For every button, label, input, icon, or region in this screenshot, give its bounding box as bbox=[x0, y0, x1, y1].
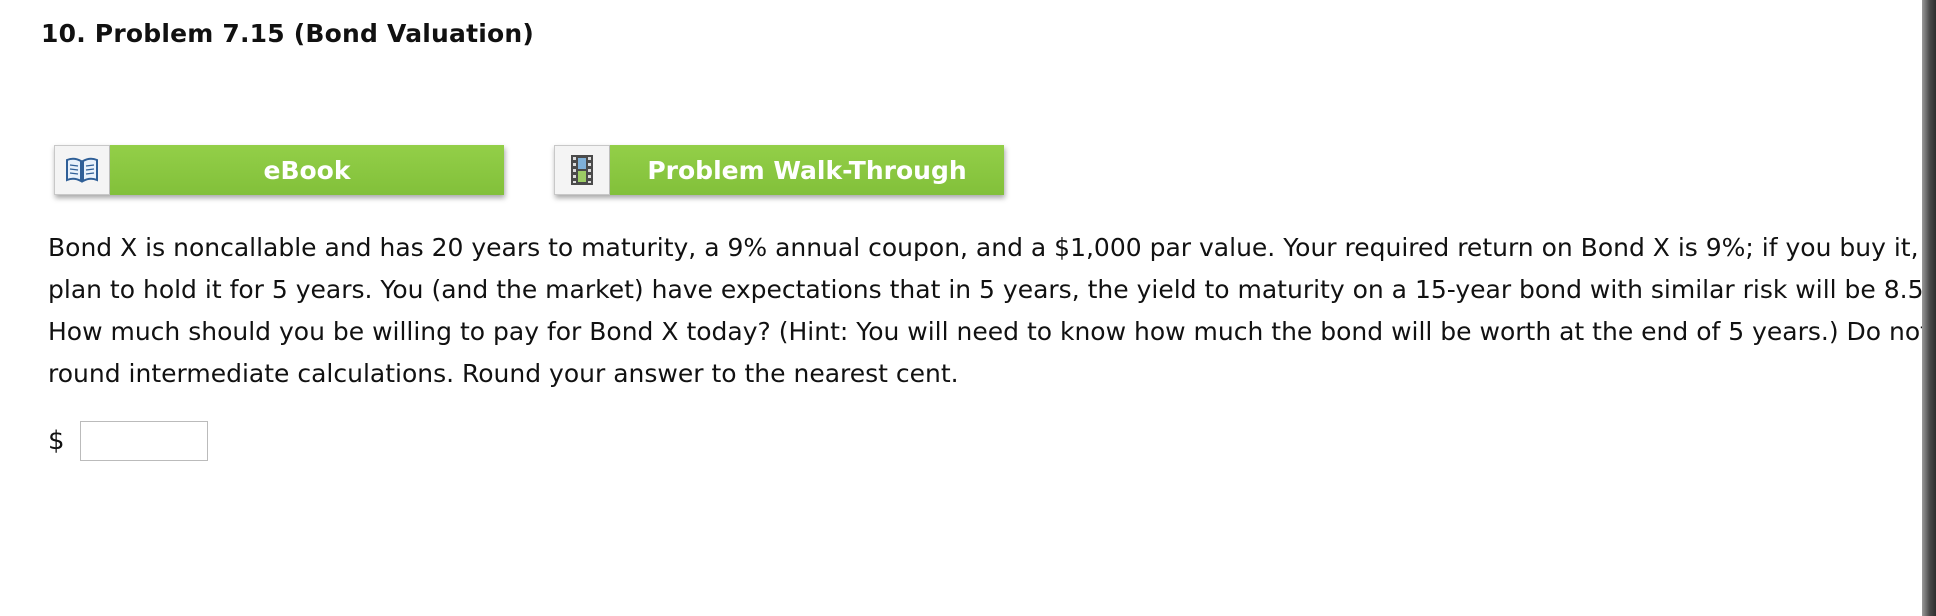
ebook-button[interactable]: eBook bbox=[54, 145, 504, 195]
film-icon bbox=[554, 145, 610, 195]
scrollbar[interactable] bbox=[1922, 0, 1936, 616]
book-icon bbox=[54, 145, 110, 195]
question-line: plan to hold it for 5 years. You (and th… bbox=[48, 275, 1936, 304]
problem-walkthrough-button-label: Problem Walk-Through bbox=[610, 145, 1004, 195]
currency-symbol: $ bbox=[48, 426, 65, 456]
problem-title: 10. Problem 7.15 (Bond Valuation) bbox=[41, 19, 535, 48]
question-line: How much should you be willing to pay fo… bbox=[48, 317, 1930, 346]
question-text: Bond X is noncallable and has 20 years t… bbox=[48, 227, 1936, 395]
question-line: Bond X is noncallable and has 20 years t… bbox=[48, 233, 1936, 262]
problem-walkthrough-button[interactable]: Problem Walk-Through bbox=[554, 145, 1004, 195]
answer-input[interactable] bbox=[80, 421, 208, 461]
question-line: round intermediate calculations. Round y… bbox=[48, 359, 959, 388]
ebook-button-label: eBook bbox=[110, 145, 504, 195]
answer-row: $ bbox=[48, 421, 208, 461]
